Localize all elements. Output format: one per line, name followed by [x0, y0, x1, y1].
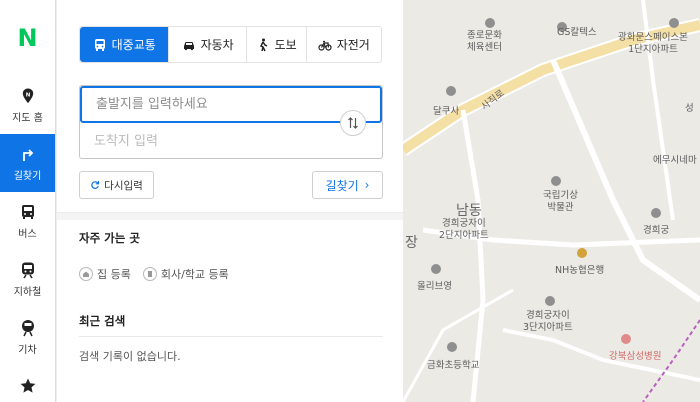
swap-icon [348, 117, 358, 129]
tab-bike[interactable]: 자전거 [307, 27, 382, 62]
tab-car[interactable]: 자동차 [169, 27, 247, 62]
register-home-button[interactable]: 집 등록 [79, 266, 131, 282]
directions-panel: 대중교통 자동차 도보 자전거 다시입력 길찾기 › 자주 가는 곳 [57, 0, 403, 402]
rail-label: 버스 [18, 228, 37, 240]
rail-label: 지하철 [13, 286, 42, 298]
recent-empty-message: 검색 기록이 없습니다. [79, 350, 181, 363]
tab-label: 도보 [274, 38, 297, 52]
map-poi[interactable] [621, 334, 631, 344]
favorites-title: 자주 가는 곳 [79, 231, 140, 245]
transport-mode-tabs: 대중교통 자동차 도보 자전거 [79, 26, 382, 63]
map-label: NH농협은행 [555, 265, 605, 276]
map-poi[interactable] [551, 176, 561, 186]
rail-label: 기차 [18, 344, 37, 356]
map-poi[interactable] [669, 18, 679, 28]
rail-item-train[interactable]: 기차 [0, 308, 55, 366]
map-label: 종로문화 체육센터 [467, 30, 502, 53]
recent-divider [79, 336, 383, 337]
tab-transit[interactable]: 대중교통 [80, 27, 170, 62]
find-route-button[interactable]: 길찾기 › [312, 171, 383, 199]
map-label: GS칼텍스 [557, 27, 597, 38]
map-poi[interactable] [545, 296, 555, 306]
end-input[interactable] [80, 123, 382, 160]
map-poi[interactable] [577, 248, 587, 258]
map-label: 성 [685, 103, 694, 114]
car-icon [183, 41, 194, 50]
map-poi[interactable] [446, 86, 456, 96]
rail-item-map-home[interactable]: N 지도 홈 [0, 76, 55, 134]
work-label: 회사/학교 등록 [160, 268, 229, 281]
building-icon [142, 267, 157, 281]
map-label: 국립기상 박물관 [543, 190, 578, 213]
map-label: 에무시네마 [653, 155, 697, 166]
directions-icon [22, 148, 33, 161]
map-poi[interactable] [431, 264, 441, 274]
home-label: 집 등록 [97, 268, 131, 281]
tab-walk[interactable]: 도보 [247, 27, 307, 62]
nav-rail: N N 지도 홈 길찾기 버스 지하철 기차 [0, 0, 56, 402]
map-canvas[interactable]: 종로문화 체육센터 GS칼텍스 광화문스페이스본 1단지아파트 달쿠사 사직로 … [403, 0, 700, 402]
bus-icon [21, 204, 34, 219]
rail-item-favorites[interactable] [0, 366, 55, 402]
swap-button[interactable] [340, 110, 366, 136]
reset-button[interactable]: 다시입력 [79, 171, 154, 199]
tab-label: 자전거 [336, 38, 370, 52]
rail-item-directions[interactable]: 길찾기 [0, 134, 55, 192]
refresh-icon [91, 181, 100, 189]
tab-label: 자동차 [200, 38, 234, 52]
svg-text:N: N [25, 92, 30, 98]
map-label: 경희궁자이 3단지아파트 [523, 310, 573, 333]
map-label: 금화초등학교 [427, 360, 480, 371]
map-label: 장 [405, 235, 418, 251]
bus-icon [94, 38, 105, 51]
recent-title: 최근 검색 [79, 314, 126, 328]
subway-icon [21, 262, 34, 278]
map-poi[interactable] [485, 18, 495, 28]
map-label: 경희궁자이 2단지아파트 [439, 218, 489, 241]
map-label: 경희궁 [643, 225, 670, 236]
map-label: 달쿠사 [433, 106, 460, 117]
bike-icon [318, 40, 332, 51]
reset-label: 다시입력 [104, 179, 143, 192]
home-icon [79, 267, 93, 281]
map-pin-icon: N [22, 88, 33, 103]
section-divider [57, 212, 403, 220]
rail-item-bus[interactable]: 버스 [0, 192, 55, 250]
naver-logo[interactable]: N [0, 0, 55, 76]
map-label: 남동 [456, 203, 482, 219]
find-label: 길찾기 [325, 178, 359, 193]
rail-label: 지도 홈 [12, 112, 43, 124]
star-icon [20, 378, 35, 393]
walk-icon [259, 38, 267, 51]
route-inputs [79, 85, 383, 160]
map-label: 강북삼성병원 [609, 351, 662, 362]
start-input[interactable] [80, 86, 382, 123]
register-work-button[interactable]: 회사/학교 등록 [142, 266, 229, 282]
map-poi[interactable] [447, 342, 457, 352]
rail-item-subway[interactable]: 지하철 [0, 250, 55, 308]
map-label: 광화문스페이스본 1단지아파트 [618, 32, 688, 55]
map-poi[interactable] [651, 208, 661, 218]
chevron-right-icon: › [364, 178, 370, 192]
tab-label: 대중교통 [111, 38, 156, 52]
favorites-row: 집 등록 회사/학교 등록 [79, 266, 229, 282]
train-icon [21, 319, 34, 336]
map-label: 올리브영 [417, 281, 452, 292]
rail-label: 길찾기 [13, 170, 42, 182]
